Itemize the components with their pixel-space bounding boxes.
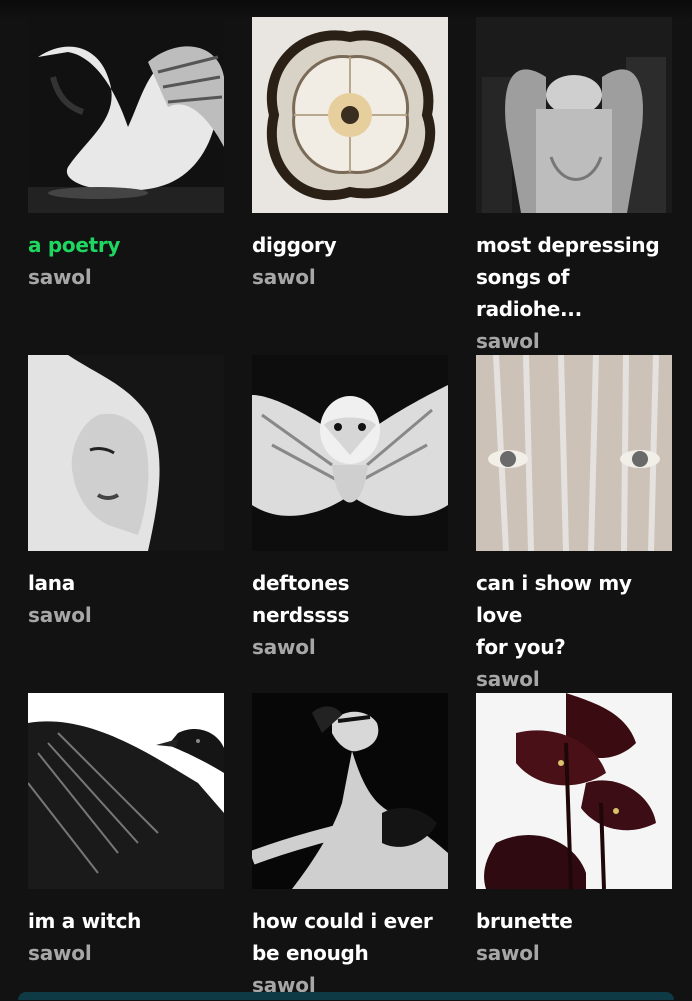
playlist-title-line: most depressing (476, 233, 660, 257)
playlist-cover-flower[interactable] (252, 17, 448, 213)
black-swan-dancer-image (252, 693, 448, 889)
playlist-owner: sawol (252, 265, 316, 289)
playlist-title-line: songs of radiohe... (476, 265, 582, 321)
playlist-card[interactable]: most depressing songs of radiohe... sawo… (476, 17, 672, 357)
playlist-title: can i show my love for you? (476, 567, 672, 663)
playlist-owner: sawol (476, 941, 540, 965)
calla-lilies-image (476, 693, 672, 889)
playlist-card[interactable]: brunette sawol (476, 693, 672, 969)
playlist-title-line: be enough (252, 941, 369, 965)
playlist-title: deftones nerdssss (252, 571, 350, 627)
veiled-eyes-image (476, 355, 672, 551)
playlist-owner: sawol (28, 265, 92, 289)
playlist-cover-angel-statue[interactable] (476, 17, 672, 213)
playlist-card[interactable]: deftones nerdssss sawol (252, 355, 448, 663)
playlist-title: most depressing songs of radiohe... (476, 229, 672, 325)
playlist-cover-swan[interactable] (28, 17, 224, 213)
playlist-card[interactable]: lana sawol (28, 355, 224, 631)
playlist-title-line: for you? (476, 635, 566, 659)
playlist-title-line: how could i ever (252, 909, 433, 933)
playlist-owner: sawol (252, 635, 316, 659)
owl-image (252, 355, 448, 551)
playlist-cover-veiled-eyes[interactable] (476, 355, 672, 551)
playlist-title: a poetry (28, 233, 121, 257)
playlist-owner: sawol (476, 329, 540, 353)
playlist-cover-woman-portrait[interactable] (28, 355, 224, 551)
playlist-owner: sawol (28, 941, 92, 965)
playlist-card[interactable]: a poetry sawol (28, 17, 224, 293)
swan-image (28, 17, 224, 213)
crow-image (28, 693, 224, 889)
playlist-card[interactable]: im a witch sawol (28, 693, 224, 969)
playlist-cover-crow[interactable] (28, 693, 224, 889)
playlist-title: lana (28, 571, 75, 595)
playlist-title: im a witch (28, 909, 142, 933)
flower-image (252, 17, 448, 213)
playlist-cover-black-swan-dancer[interactable] (252, 693, 448, 889)
playlist-owner: sawol (28, 603, 92, 627)
playlist-title: diggory (252, 233, 337, 257)
woman-portrait-image (28, 355, 224, 551)
playlist-cover-owl[interactable] (252, 355, 448, 551)
playlist-card[interactable]: how could i ever be enough sawol (252, 693, 448, 1001)
mini-player-edge[interactable] (18, 992, 674, 1000)
playlist-title: brunette (476, 909, 573, 933)
playlist-owner: sawol (476, 667, 540, 691)
playlist-title: how could i ever be enough (252, 905, 448, 969)
playlist-card[interactable]: diggory sawol (252, 17, 448, 293)
playlist-title-line: can i show my love (476, 571, 632, 627)
playlist-grid: a poetry sawol diggory sawol most depres… (0, 0, 692, 1000)
angel-statue-image (476, 17, 672, 213)
playlist-card[interactable]: can i show my love for you? sawol (476, 355, 672, 695)
playlist-cover-calla-lilies[interactable] (476, 693, 672, 889)
